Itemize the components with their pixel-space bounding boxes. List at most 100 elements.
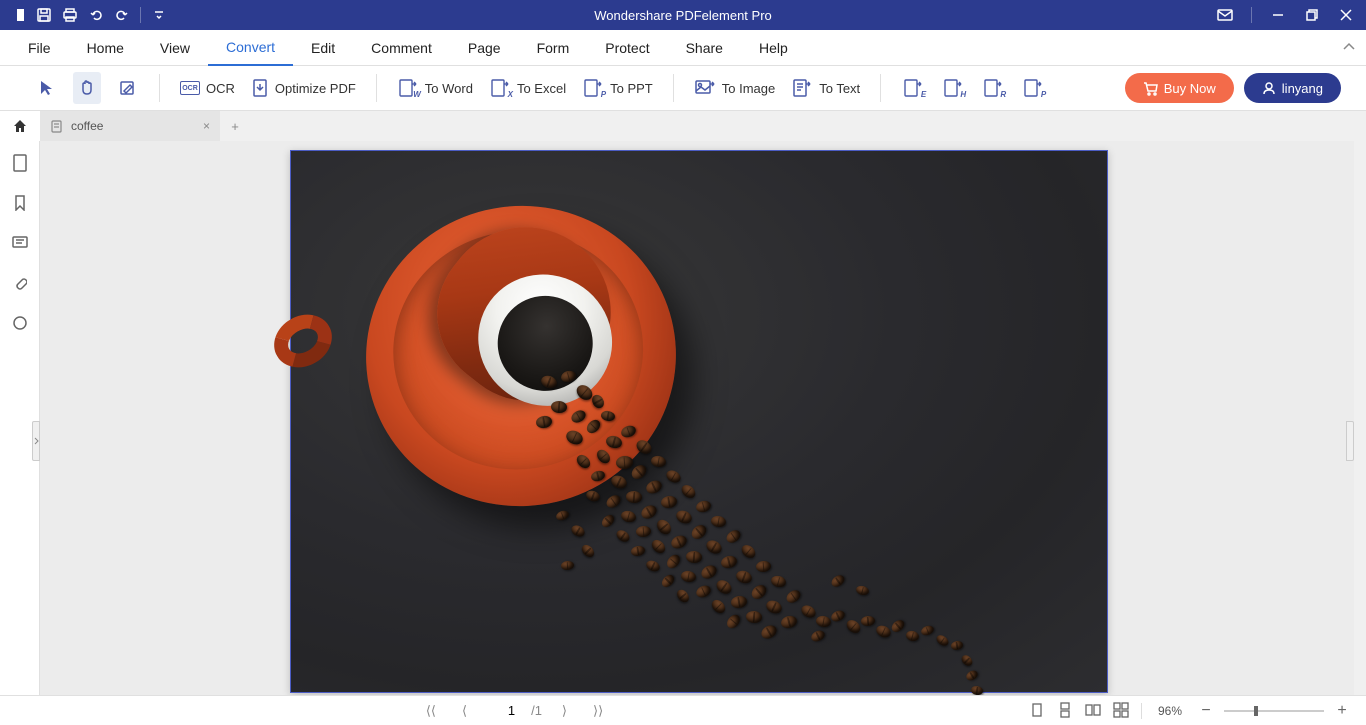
ribbon-group-export: E H R P	[881, 72, 1065, 104]
ppt-icon: P	[582, 79, 604, 97]
zoom-out-icon[interactable]: −	[1198, 702, 1214, 720]
menu-form[interactable]: Form	[519, 30, 588, 66]
export-r-button[interactable]: R	[979, 72, 1007, 104]
page-total: /1	[531, 703, 542, 718]
separator	[1251, 7, 1252, 23]
export-h-button[interactable]: H	[939, 72, 967, 104]
optimize-icon	[251, 78, 269, 98]
pdf-doc-icon	[50, 120, 63, 133]
optimize-label: Optimize PDF	[275, 81, 356, 96]
mail-icon[interactable]	[1213, 3, 1237, 27]
titlebar: Wondershare PDFelement Pro	[0, 0, 1366, 30]
zoom-value[interactable]: 96%	[1152, 704, 1188, 718]
zoom-in-icon[interactable]: +	[1334, 702, 1350, 720]
menu-comment[interactable]: Comment	[353, 30, 450, 66]
to-image-label: To Image	[722, 81, 775, 96]
export-r-icon: R	[982, 79, 1004, 97]
image-icon	[694, 79, 716, 97]
menu-file[interactable]: File	[10, 30, 69, 66]
export-h-icon: H	[942, 79, 964, 97]
app-title: Wondershare PDFelement Pro	[594, 8, 772, 23]
first-page-icon[interactable]: ⟨⟨	[420, 703, 442, 719]
page-input[interactable]	[487, 702, 517, 719]
new-tab-button[interactable]: +	[220, 111, 250, 141]
bookmarks-icon[interactable]	[8, 191, 32, 215]
close-icon[interactable]	[1334, 3, 1358, 27]
ribbon-group-select	[15, 72, 159, 104]
export-p-icon: P	[1022, 79, 1044, 97]
ribbon: OCR OCR Optimize PDF W To Word X To Exce…	[0, 66, 1366, 111]
document-tab-label: coffee	[71, 119, 103, 133]
app-logo-icon[interactable]	[6, 3, 30, 27]
single-page-icon[interactable]	[1029, 702, 1047, 720]
to-excel-label: To Excel	[517, 81, 566, 96]
continuous-page-icon[interactable]	[1057, 702, 1075, 720]
select-tool-icon[interactable]	[33, 72, 61, 104]
to-text-button[interactable]: To Text	[789, 72, 862, 104]
export-p-button[interactable]: P	[1019, 72, 1047, 104]
menu-share[interactable]: Share	[668, 30, 741, 66]
document-tab[interactable]: coffee ×	[40, 111, 220, 141]
document-page[interactable]	[290, 150, 1108, 693]
search-icon[interactable]	[8, 311, 32, 335]
save-icon[interactable]	[32, 3, 56, 27]
next-page-icon[interactable]: ⟩	[556, 703, 573, 719]
optimize-button[interactable]: Optimize PDF	[249, 72, 358, 104]
canvas[interactable]	[40, 141, 1366, 695]
menu-edit[interactable]: Edit	[293, 30, 353, 66]
tabbar: coffee × +	[0, 111, 1366, 141]
attachments-icon[interactable]	[8, 271, 32, 295]
maximize-icon[interactable]	[1300, 3, 1324, 27]
cart-icon	[1143, 81, 1158, 96]
titlebar-left	[0, 3, 171, 27]
last-page-icon[interactable]: ⟩⟩	[587, 703, 609, 719]
menu-help[interactable]: Help	[741, 30, 806, 66]
collapse-ribbon-icon[interactable]	[1342, 40, 1356, 55]
minimize-icon[interactable]	[1266, 3, 1290, 27]
expand-right-panel-icon[interactable]	[1346, 421, 1354, 461]
edit-tool-icon[interactable]	[113, 72, 141, 104]
menu-view[interactable]: View	[142, 30, 208, 66]
home-tab-icon[interactable]	[0, 111, 40, 141]
menu-protect[interactable]: Protect	[587, 30, 667, 66]
workarea	[0, 141, 1366, 695]
to-excel-button[interactable]: X To Excel	[487, 72, 568, 104]
buy-now-button[interactable]: Buy Now	[1125, 73, 1234, 103]
expand-left-panel-icon[interactable]	[32, 421, 40, 461]
to-ppt-button[interactable]: P To PPT	[580, 72, 655, 104]
ocr-button[interactable]: OCR OCR	[178, 72, 237, 104]
statusbar: ⟨⟨ ⟨ /1 ⟩ ⟩⟩ 96% − +	[0, 695, 1366, 725]
to-text-label: To Text	[819, 81, 860, 96]
content-image	[521, 316, 1001, 646]
zoom-slider[interactable]	[1224, 710, 1324, 712]
view-controls: 96% − +	[1029, 702, 1366, 720]
thumbnails-icon[interactable]	[8, 151, 32, 175]
text-icon	[791, 79, 813, 97]
vertical-scrollbar[interactable]	[1354, 141, 1366, 695]
to-word-label: To Word	[425, 81, 473, 96]
word-icon: W	[397, 79, 419, 97]
menu-home[interactable]: Home	[69, 30, 142, 66]
undo-icon[interactable]	[84, 3, 108, 27]
two-page-icon[interactable]	[1085, 702, 1103, 720]
user-button[interactable]: linyang	[1244, 73, 1341, 103]
two-page-continuous-icon[interactable]	[1113, 702, 1131, 720]
to-word-button[interactable]: W To Word	[395, 72, 475, 104]
tab-close-icon[interactable]: ×	[203, 119, 210, 133]
customize-dropdown-icon[interactable]	[147, 3, 171, 27]
to-ppt-label: To PPT	[610, 81, 653, 96]
ribbon-group-convert: W To Word X To Excel P To PPT	[377, 72, 673, 104]
menu-page[interactable]: Page	[450, 30, 519, 66]
titlebar-right	[1213, 3, 1366, 27]
to-image-button[interactable]: To Image	[692, 72, 777, 104]
export-e-button[interactable]: E	[899, 72, 927, 104]
content-image	[265, 304, 342, 377]
redo-icon[interactable]	[110, 3, 134, 27]
hand-tool-icon[interactable]	[73, 72, 101, 104]
print-icon[interactable]	[58, 3, 82, 27]
prev-page-icon[interactable]: ⟨	[456, 703, 473, 719]
comments-icon[interactable]	[8, 231, 32, 255]
left-panel	[0, 141, 40, 695]
separator	[1141, 703, 1142, 719]
menu-convert[interactable]: Convert	[208, 30, 293, 66]
